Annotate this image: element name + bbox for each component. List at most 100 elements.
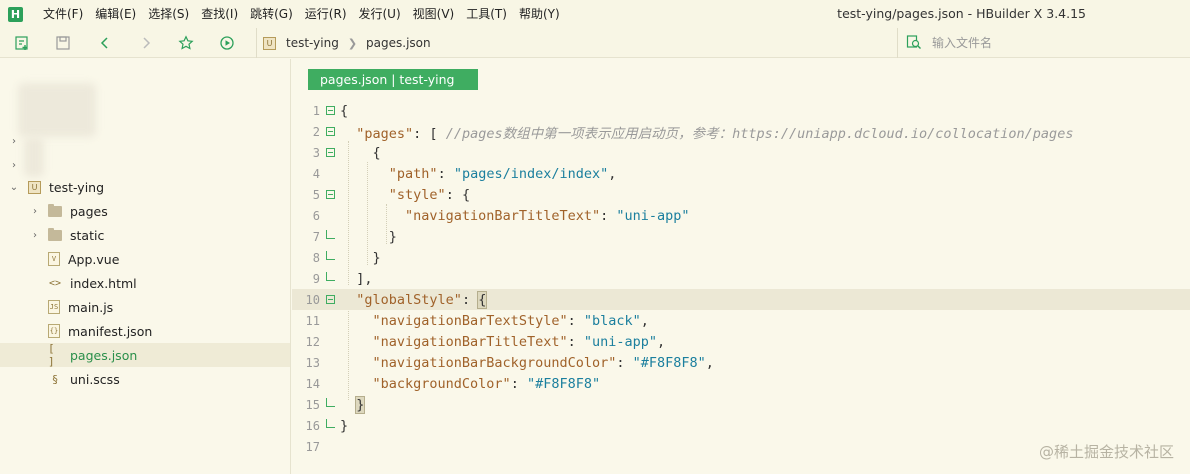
menu-item[interactable]: 编辑(E)	[89, 0, 142, 28]
menu-item[interactable]: 发行(U)	[353, 0, 407, 28]
fold-collapse-icon[interactable]	[326, 148, 335, 157]
tree-item-label: pages.json	[70, 347, 138, 363]
code-line[interactable]: 3 {	[292, 142, 1190, 163]
watermark: @稀土掘金技术社区	[1038, 443, 1174, 461]
tree-item-label: manifest.json	[68, 323, 153, 339]
search-icon	[906, 34, 922, 53]
search-input[interactable]	[932, 36, 1172, 50]
code-text: "navigationBarTitleText": "uni-app"	[340, 208, 690, 224]
tree-item[interactable]: <> index.html	[0, 271, 290, 295]
fold-gutter	[326, 316, 335, 325]
editor-tab[interactable]: pages.json | test-ying	[308, 69, 478, 90]
js-file-icon: JS	[48, 300, 60, 314]
code-punct	[340, 208, 405, 224]
fold-end-icon	[326, 398, 335, 409]
code-text: "navigationBarTextStyle": "black",	[340, 313, 649, 329]
code-string: "uni-app"	[616, 207, 690, 224]
code-key: "pages"	[356, 125, 414, 142]
collapsed-project-row[interactable]: ›	[0, 153, 290, 177]
code-punct: }	[340, 228, 397, 245]
code-key: "navigationBarTitleText"	[405, 207, 601, 224]
chevron-right-icon: ›	[12, 159, 16, 171]
code-key: "globalStyle"	[356, 291, 462, 308]
menu-item[interactable]: 选择(S)	[142, 0, 195, 28]
star-icon[interactable]	[176, 33, 196, 53]
code-text: "navigationBarTitleText": "uni-app",	[340, 333, 666, 350]
code-line[interactable]: 16}	[292, 415, 1190, 436]
menu-item[interactable]: 运行(R)	[299, 0, 353, 28]
line-number: 2	[312, 124, 320, 139]
code-line[interactable]: 5 "style": {	[292, 184, 1190, 205]
code-line[interactable]: 2 "pages": [ //pages数组中第一项表示应用启动页，参考：htt…	[292, 121, 1190, 142]
code-key: "navigationBarBackgroundColor"	[372, 354, 617, 371]
code-line[interactable]: 13 "navigationBarBackgroundColor": "#F8F…	[292, 352, 1190, 373]
code-punct: ,	[705, 354, 714, 371]
code-line[interactable]: 12 "navigationBarTitleText": "uni-app",	[292, 331, 1190, 352]
save-icon[interactable]	[53, 33, 73, 53]
toolbar: U test-ying ❯ pages.json	[0, 28, 1190, 58]
code-line[interactable]: 8 }	[292, 247, 1190, 268]
code-string: "pages/index/index"	[453, 165, 609, 182]
menu-item[interactable]: 查找(I)	[195, 0, 244, 28]
back-icon[interactable]	[95, 33, 115, 53]
menu-item[interactable]: 文件(F)	[37, 0, 89, 28]
menu-item[interactable]: 工具(T)	[460, 0, 513, 28]
code-text: "backgroundColor": "#F8F8F8"	[340, 376, 601, 392]
json-file-icon: {}	[48, 324, 60, 338]
menu-item[interactable]: 视图(V)	[407, 0, 461, 28]
breadcrumb-file[interactable]: pages.json	[366, 36, 431, 50]
tree-item-label: pages	[70, 203, 108, 219]
breadcrumb: U test-ying ❯ pages.json	[256, 28, 431, 58]
tree-item[interactable]: V App.vue	[0, 247, 290, 271]
code-punct: }	[340, 417, 349, 434]
chevron-down-icon: ⌄	[9, 181, 19, 193]
line-number: 10	[305, 292, 320, 307]
menu-item[interactable]: 跳转(G)	[244, 0, 299, 28]
line-number: 11	[305, 313, 320, 328]
tree-item[interactable]: JS main.js	[0, 295, 290, 319]
line-number: 6	[312, 208, 320, 223]
fold-collapse-icon[interactable]	[326, 295, 335, 304]
fold-collapse-icon[interactable]	[326, 127, 335, 136]
code-punct: :	[600, 207, 617, 224]
forward-icon[interactable]	[136, 33, 156, 53]
code-text: {	[340, 145, 381, 161]
code-string: "uni-app"	[583, 333, 658, 350]
fold-end-icon	[326, 230, 335, 241]
collapsed-project-row[interactable]: ›	[0, 129, 290, 153]
code-line[interactable]: 14 "backgroundColor": "#F8F8F8"	[292, 373, 1190, 394]
code-key: "navigationBarTitleText"	[372, 333, 568, 350]
code-punct: ],	[340, 270, 373, 287]
code-line[interactable]: 4 "path": "pages/index/index",	[292, 163, 1190, 184]
line-number: 12	[305, 334, 320, 349]
code-line[interactable]: 9 ],	[292, 268, 1190, 289]
tree-item[interactable]: {} manifest.json	[0, 319, 290, 343]
code-line[interactable]: 7 }	[292, 226, 1190, 247]
code-editor[interactable]: pages.json | test-ying 1{2 "pages": [ //…	[292, 59, 1190, 474]
fold-collapse-icon[interactable]	[326, 106, 335, 115]
code-line[interactable]: 6 "navigationBarTitleText": "uni-app"	[292, 205, 1190, 226]
code-punct	[340, 397, 356, 413]
code-line[interactable]: 15 }	[292, 394, 1190, 415]
tree-item-label: App.vue	[68, 251, 120, 267]
tree-item[interactable]: › static	[0, 223, 290, 247]
breadcrumb-project[interactable]: test-ying	[286, 36, 339, 50]
chevron-right-icon: ❯	[347, 36, 358, 50]
line-number: 15	[305, 397, 320, 412]
chevron-right-icon: ›	[12, 135, 16, 147]
fold-collapse-icon[interactable]	[326, 190, 335, 199]
code-line[interactable]: 10 "globalStyle": {	[292, 289, 1190, 310]
fold-gutter	[326, 211, 335, 220]
project-row[interactable]: ⌄ U test-ying	[0, 175, 290, 199]
menu-item[interactable]: 帮助(Y)	[513, 0, 566, 28]
menu-bar: H 文件(F) 编辑(E) 选择(S) 查找(I) 跳转(G) 运行(R) 发行(U) 视图(…	[0, 0, 1190, 28]
new-file-icon[interactable]	[12, 33, 32, 53]
tree-item[interactable]: › pages	[0, 199, 290, 223]
run-icon[interactable]	[217, 33, 237, 53]
code-line[interactable]: 11 "navigationBarTextStyle": "black",	[292, 310, 1190, 331]
chevron-right-icon: ›	[33, 229, 37, 241]
code-line[interactable]: 1{	[292, 100, 1190, 121]
tree-item-label: uni.scss	[70, 371, 120, 387]
tree-item[interactable]: § uni.scss	[0, 367, 290, 391]
tree-item[interactable]: [ ] pages.json	[0, 342, 290, 368]
